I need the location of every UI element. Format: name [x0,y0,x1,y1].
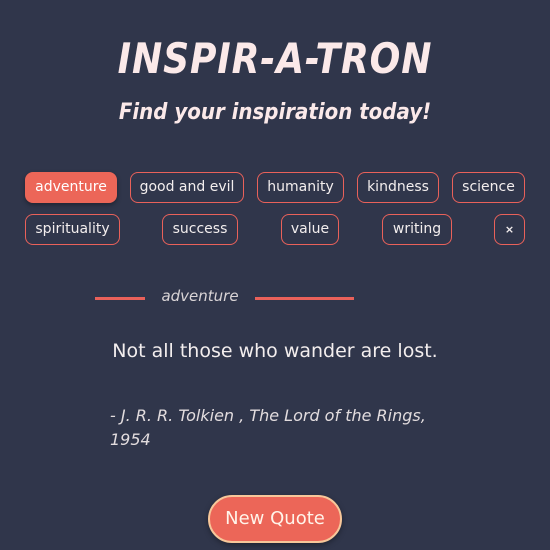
tag-humanity[interactable]: humanity [257,172,344,203]
quote-category: adventure [161,287,239,305]
clear-tags-button[interactable]: × [494,214,525,245]
quote-attribution: - J. R. R. Tolkien , The Lord of the Rin… [110,406,426,449]
tag-success[interactable]: success [162,214,238,245]
app-subtitle: Find your inspiration today! [118,100,432,125]
tag-value[interactable]: value [281,214,339,245]
category-divider-left [95,297,145,300]
tag-good-and-evil[interactable]: good and evil [130,172,244,203]
tag-kindness[interactable]: kindness [357,172,439,203]
category-divider-right [255,297,354,300]
tag-science[interactable]: science [452,172,525,203]
app-title: INSPIR-A-TRON [117,34,433,83]
new-quote-button[interactable]: New Quote [208,495,342,543]
tag-writing[interactable]: writing [382,214,452,245]
tag-spirituality[interactable]: spirituality [25,214,120,245]
tag-adventure[interactable]: adventure [25,172,117,203]
quote-text: Not all those who wander are lost. [112,340,438,362]
